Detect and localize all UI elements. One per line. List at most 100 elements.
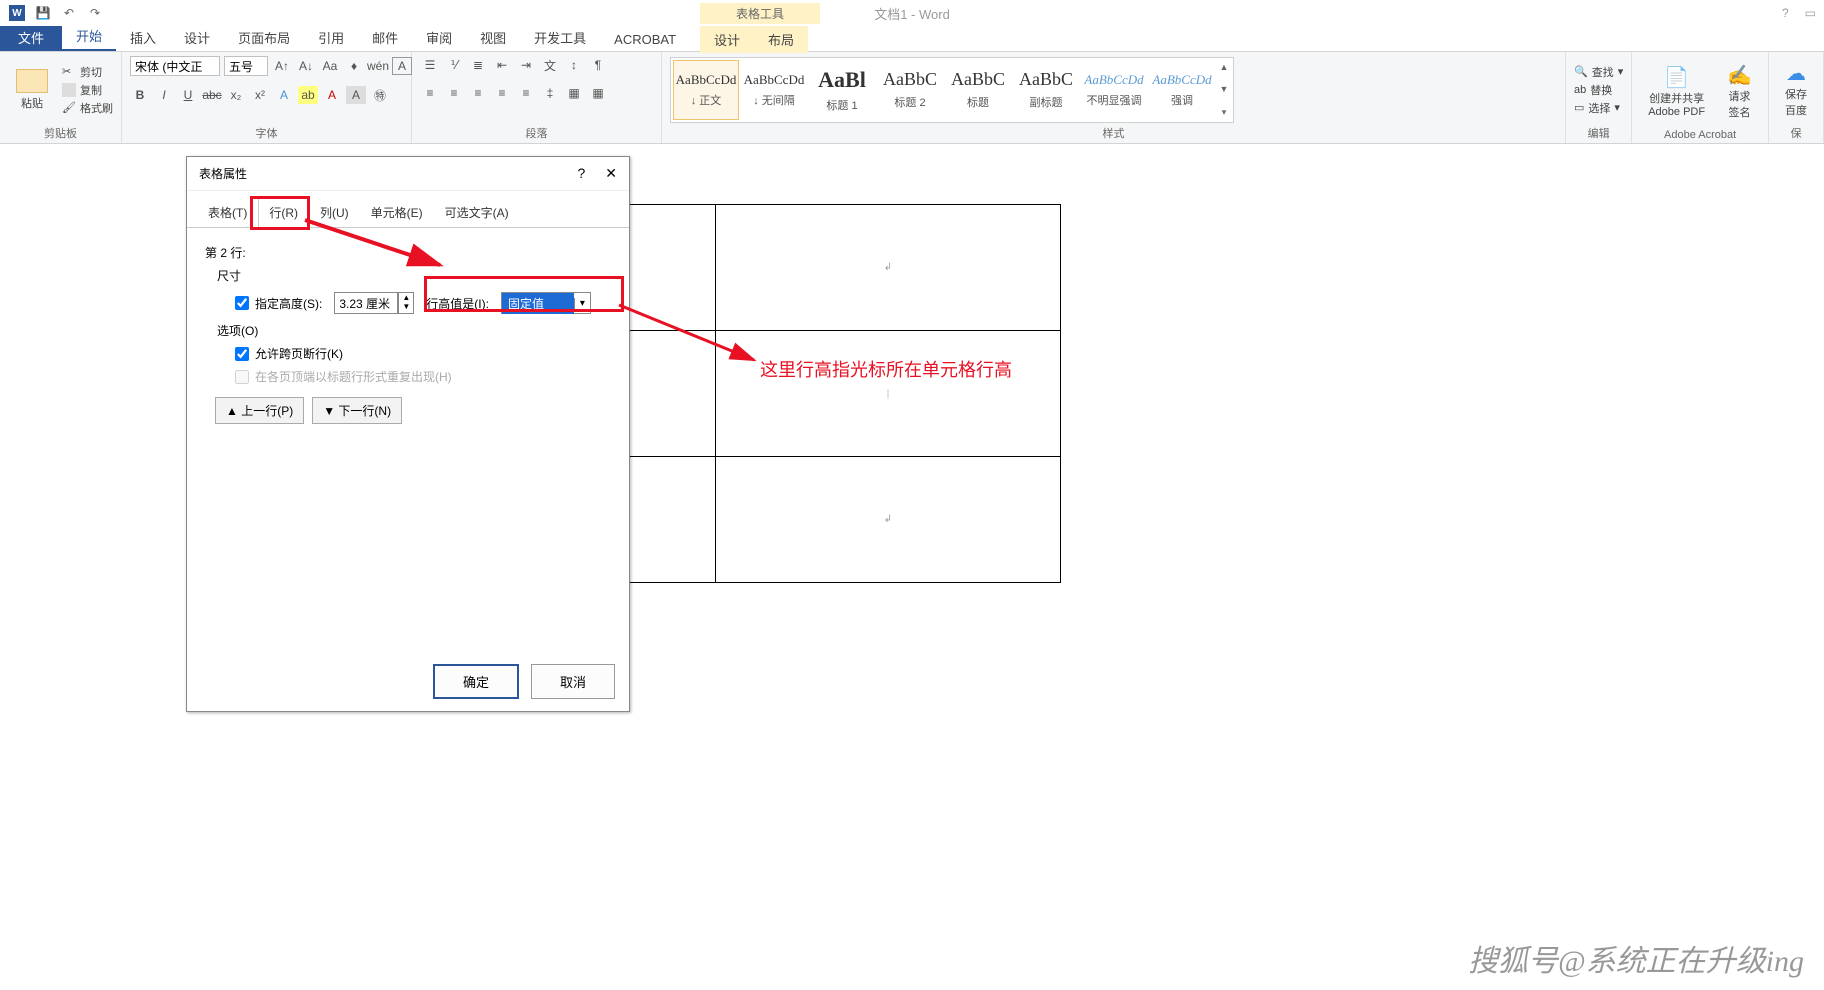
align-center-icon[interactable]: ≡	[444, 84, 464, 102]
asian-layout-icon[interactable]: 文	[540, 56, 560, 74]
style-heading2[interactable]: AaBbC标题 2	[877, 60, 943, 120]
shrink-font-icon[interactable]: A↓	[296, 57, 316, 75]
subscript-icon[interactable]: x₂	[226, 86, 246, 104]
tab-column[interactable]: 列(U)	[309, 197, 360, 228]
tab-alt-text[interactable]: 可选文字(A)	[434, 197, 520, 228]
sort-icon[interactable]: ↕	[564, 56, 584, 74]
bullets-icon[interactable]: ☰	[420, 56, 440, 74]
font-color-icon[interactable]: A	[322, 86, 342, 104]
gallery-scroll[interactable]: ▲ ▼ ▾	[1217, 60, 1231, 120]
redo-icon[interactable]: ↷	[86, 4, 104, 22]
change-case-icon[interactable]: Aa	[320, 57, 340, 75]
tab-references[interactable]: 引用	[304, 24, 358, 51]
distribute-icon[interactable]: ≡	[516, 84, 536, 102]
numbering-icon[interactable]: ⅟	[444, 56, 464, 74]
scroll-up-icon[interactable]: ▲	[1217, 62, 1231, 72]
bold-icon[interactable]: B	[130, 86, 150, 104]
show-marks-icon[interactable]: ¶	[588, 56, 608, 74]
tab-developer[interactable]: 开发工具	[520, 24, 600, 51]
dialog-close-icon[interactable]: ✕	[605, 165, 617, 182]
enclose-char-icon[interactable]: ㊕	[370, 86, 390, 104]
tab-table[interactable]: 表格(T)	[197, 197, 258, 228]
height-spinner[interactable]: ▲ ▼	[398, 292, 414, 314]
spin-up-icon[interactable]: ▲	[399, 293, 413, 302]
style-nospace[interactable]: AaBbCcDd↓ 无间隔	[741, 60, 807, 120]
table-cell[interactable]: |	[716, 331, 1061, 457]
char-border-icon[interactable]: A	[392, 57, 412, 75]
save-icon[interactable]: 💾	[34, 4, 52, 22]
tab-row[interactable]: 行(R)	[258, 197, 309, 228]
tab-design[interactable]: 设计	[170, 24, 224, 51]
scroll-down-icon[interactable]: ▼	[1217, 84, 1231, 94]
decrease-indent-icon[interactable]: ⇤	[492, 56, 512, 74]
style-subtle-em[interactable]: AaBbCcDd不明显强调	[1081, 60, 1147, 120]
request-signature[interactable]: ✍ 请求 签名	[1719, 59, 1760, 124]
prev-row-button[interactable]: ▲ 上一行(P)	[215, 397, 304, 424]
dialog-help-icon[interactable]: ?	[577, 165, 585, 182]
create-share-pdf[interactable]: 📄 创建并共享 Adobe PDF	[1640, 61, 1713, 122]
find-button[interactable]: 🔍 查找 ▾	[1574, 64, 1623, 80]
tab-view[interactable]: 视图	[466, 24, 520, 51]
contextual-tab-header: 表格工具	[700, 3, 820, 24]
style-emphasis[interactable]: AaBbCcDd强调	[1149, 60, 1215, 120]
justify-icon[interactable]: ≡	[492, 84, 512, 102]
grow-font-icon[interactable]: A↑	[272, 57, 292, 75]
row-height-type-combo[interactable]: 固定值 ▾	[501, 292, 591, 314]
text-effects-icon[interactable]: A	[274, 86, 294, 104]
strike-icon[interactable]: abc	[202, 86, 222, 104]
next-row-button[interactable]: ▼ 下一行(N)	[312, 397, 402, 424]
table-cell[interactable]: ↲	[716, 205, 1061, 331]
tab-home[interactable]: 开始	[62, 22, 116, 51]
superscript-icon[interactable]: x²	[250, 86, 270, 104]
align-left-icon[interactable]: ≡	[420, 84, 440, 102]
allow-break-checkbox[interactable]: 允许跨页断行(K)	[235, 345, 611, 362]
style-title[interactable]: AaBbC标题	[945, 60, 1011, 120]
format-painter-button[interactable]: 🖌格式刷	[62, 100, 113, 116]
phonetic-guide-icon[interactable]: wén	[368, 57, 388, 75]
cut-button[interactable]: ✂剪切	[62, 64, 113, 80]
gallery-expand-icon[interactable]: ▾	[1217, 107, 1231, 118]
style-subtitle[interactable]: AaBbC副标题	[1013, 60, 1079, 120]
align-right-icon[interactable]: ≡	[468, 84, 488, 102]
tab-review[interactable]: 审阅	[412, 24, 466, 51]
increase-indent-icon[interactable]: ⇥	[516, 56, 536, 74]
tab-insert[interactable]: 插入	[116, 24, 170, 51]
ok-button[interactable]: 确定	[433, 664, 519, 699]
help-icon[interactable]: ?	[1782, 6, 1789, 20]
specify-height-checkbox[interactable]: 指定高度(S):	[235, 295, 322, 312]
cancel-button[interactable]: 取消	[531, 664, 615, 699]
styles-gallery[interactable]: AaBbCcDd↓ 正文 AaBbCcDd↓ 无间隔 AaBl标题 1 AaBb…	[670, 57, 1234, 123]
font-name-combo[interactable]	[130, 56, 220, 76]
line-spacing-icon[interactable]: ‡	[540, 84, 560, 102]
shading-icon[interactable]: ▦	[564, 84, 584, 102]
table-cell[interactable]: ↲	[716, 457, 1061, 583]
tab-mailings[interactable]: 邮件	[358, 24, 412, 51]
tab-page-layout[interactable]: 页面布局	[224, 24, 304, 51]
ribbon-display-icon[interactable]: ▭	[1805, 6, 1816, 20]
copy-button[interactable]: 复制	[62, 82, 113, 98]
paste-button[interactable]: 粘贴	[8, 65, 56, 115]
underline-icon[interactable]: U	[178, 86, 198, 104]
tab-cell[interactable]: 单元格(E)	[360, 197, 434, 228]
save-to-baidu[interactable]: ☁ 保存 百度	[1777, 57, 1815, 122]
tab-file[interactable]: 文件	[0, 24, 62, 51]
replace-button[interactable]: ab 替换	[1574, 82, 1623, 98]
tab-table-design[interactable]: 设计	[700, 26, 754, 53]
style-normal[interactable]: AaBbCcDd↓ 正文	[673, 60, 739, 120]
tab-table-layout[interactable]: 布局	[754, 26, 808, 53]
style-heading1[interactable]: AaBl标题 1	[809, 60, 875, 120]
dropdown-icon[interactable]: ▾	[574, 298, 590, 309]
italic-icon[interactable]: I	[154, 86, 174, 104]
font-size-combo[interactable]	[224, 56, 268, 76]
borders-icon[interactable]: ▦	[588, 84, 608, 102]
tab-acrobat[interactable]: ACROBAT	[600, 28, 690, 51]
clear-format-icon[interactable]: ♦	[344, 57, 364, 75]
highlight-icon[interactable]: ab	[298, 86, 318, 104]
select-button[interactable]: ▭ 选择 ▾	[1574, 100, 1623, 116]
height-input[interactable]	[334, 292, 398, 314]
char-shading-icon[interactable]: A	[346, 86, 366, 104]
spin-down-icon[interactable]: ▼	[399, 302, 413, 311]
specify-height-cb[interactable]	[235, 296, 249, 310]
undo-icon[interactable]: ↶	[60, 4, 78, 22]
multilevel-icon[interactable]: ≣	[468, 56, 488, 74]
